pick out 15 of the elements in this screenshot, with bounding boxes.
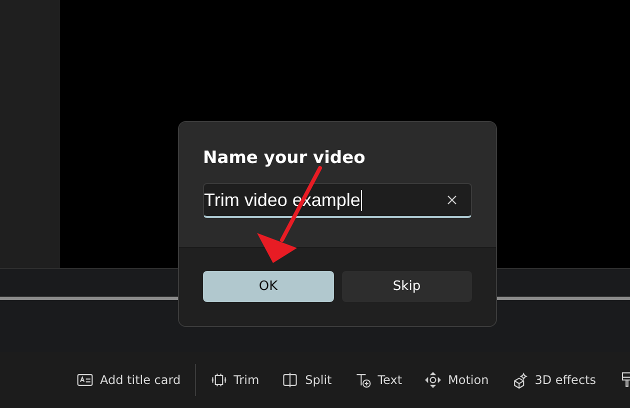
toolbar-button[interactable]: Text	[354, 371, 402, 389]
toolbar-button[interactable]: Split	[281, 371, 332, 389]
motion-icon	[424, 371, 442, 389]
toolbar-button[interactable]: 3D effects	[510, 371, 596, 389]
ok-button[interactable]: OK	[203, 271, 334, 302]
trim-icon	[210, 371, 228, 389]
toolbar-button[interactable]: Add title card	[76, 371, 181, 389]
text-add-icon	[354, 371, 372, 389]
clear-icon[interactable]	[447, 195, 457, 205]
title-card-icon	[76, 371, 94, 389]
dialog-title: Name your video	[203, 148, 366, 168]
toolbar-button[interactable]: Trim	[210, 371, 260, 389]
skip-button[interactable]: Skip	[342, 271, 472, 302]
toolbar-button[interactable]: Motion	[424, 371, 489, 389]
split-icon	[281, 371, 300, 389]
